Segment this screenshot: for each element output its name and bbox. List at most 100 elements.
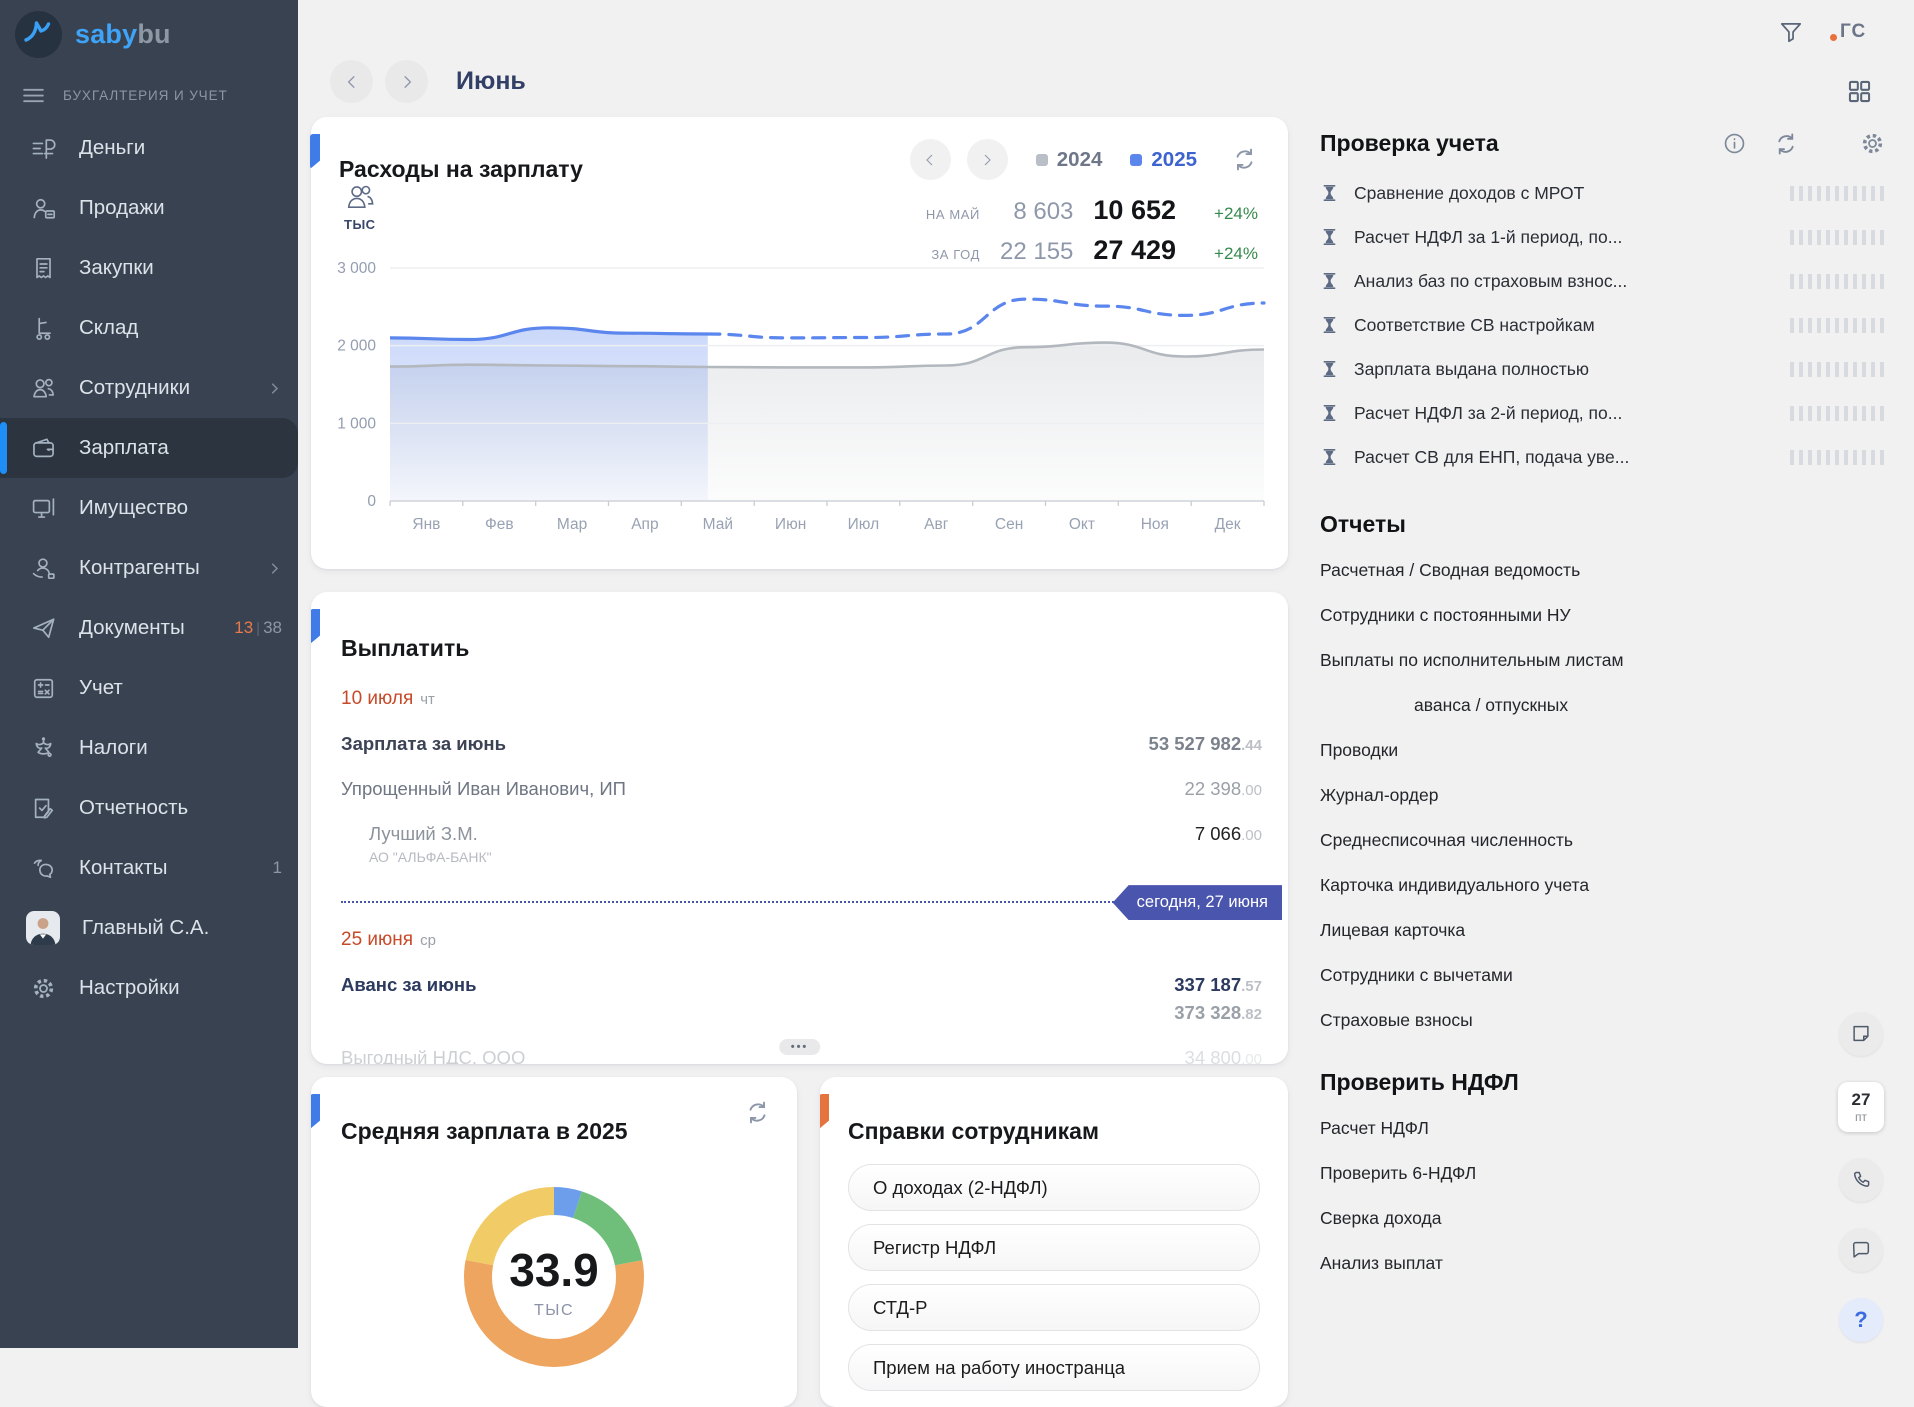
- apps-grid-icon[interactable]: [1846, 78, 1873, 105]
- sidebar-item-reporting[interactable]: Отчетность: [0, 778, 298, 838]
- pay-row[interactable]: Зарплата за июнь53 527 982.44: [341, 733, 1262, 755]
- report-link[interactable]: Карточка индивидуального учета: [1320, 863, 1886, 908]
- today-badge: сегодня, 27 июня: [1113, 885, 1282, 920]
- sidebar-item-property[interactable]: Имущество: [0, 478, 298, 538]
- check-item[interactable]: Анализ баз по страховым взнос...: [1320, 259, 1886, 303]
- report-link[interactable]: Проводки: [1320, 728, 1886, 773]
- pay-row[interactable]: Упрощенный Иван Иванович, ИП22 398.00: [341, 778, 1262, 800]
- app-logo[interactable]: sabybu: [0, 0, 298, 58]
- chat-icon[interactable]: [1839, 1228, 1883, 1272]
- pay-row[interactable]: Аванс за июнь337 187.57373 328.82: [341, 974, 1262, 1024]
- hourglass-icon: [1320, 447, 1339, 467]
- svg-text:0: 0: [367, 493, 376, 510]
- svg-text:Май: Май: [703, 516, 733, 533]
- phone-icon[interactable]: [1839, 1158, 1883, 1202]
- next-period-button[interactable]: [385, 60, 428, 103]
- report-link[interactable]: Лицевая карточка: [1320, 908, 1886, 953]
- sidebar-item-salary[interactable]: Зарплата: [0, 418, 298, 478]
- svg-text:Окт: Окт: [1069, 516, 1095, 533]
- cert-button-4[interactable]: Прием на работу иностранца: [848, 1344, 1260, 1391]
- sidebar-item-employees[interactable]: Сотрудники: [0, 358, 298, 418]
- report-link[interactable]: Страховые взносы: [1320, 998, 1886, 1043]
- pay-date: 10 июлячт: [341, 688, 1262, 710]
- sidebar-item-documents[interactable]: Документы13|38: [0, 598, 298, 658]
- report-link[interactable]: Журнал-ордер: [1320, 773, 1886, 818]
- report-link[interactable]: Выплаты по исполнительным листам: [1320, 638, 1886, 683]
- calendar-day: 27: [1852, 1091, 1871, 1108]
- sidebar-item-contractors[interactable]: Контрагенты: [0, 538, 298, 598]
- refresh-icon[interactable]: [1773, 131, 1799, 157]
- sidebar-item-settings[interactable]: Настройки: [0, 958, 298, 1018]
- calendar-widget[interactable]: 27 пт: [1838, 1082, 1884, 1132]
- pay-row-name: Упрощенный Иван Иванович, ИП: [341, 778, 1185, 800]
- sidebar-item-label: Контакты: [79, 856, 251, 880]
- hourglass-icon: [1320, 315, 1339, 335]
- warehouse-icon: [30, 315, 57, 342]
- pay-row-amount: 7 066.00: [1195, 823, 1262, 845]
- check-item[interactable]: Расчет НДФЛ за 2-й период, по...: [1320, 391, 1886, 435]
- stat-prev: 22 155: [1000, 238, 1073, 266]
- report-link[interactable]: аванса / отпускных: [1320, 683, 1886, 728]
- sidebar-item-money[interactable]: Деньги: [0, 118, 298, 178]
- check-item[interactable]: Сравнение доходов с МРОТ: [1320, 171, 1886, 215]
- sidebar-item-label: Налоги: [79, 736, 282, 760]
- note-icon[interactable]: [1839, 1012, 1883, 1056]
- refresh-icon[interactable]: [1231, 146, 1258, 173]
- progress-placeholder: [1790, 362, 1886, 377]
- refresh-icon[interactable]: [744, 1099, 771, 1126]
- legend-2025[interactable]: 2025: [1130, 148, 1197, 172]
- check-item[interactable]: Соответствие СВ настройкам: [1320, 303, 1886, 347]
- sidebar-item-label: Контрагенты: [79, 556, 245, 580]
- hamburger-menu-icon[interactable]: [21, 83, 46, 108]
- sidebar-item-sales[interactable]: Продажи: [0, 178, 298, 238]
- check-item[interactable]: Расчет НДФЛ за 1-й период, по...: [1320, 215, 1886, 259]
- sidebar-item-taxes[interactable]: Налоги: [0, 718, 298, 778]
- check-panel-title: Проверка учета: [1320, 130, 1722, 157]
- sidebar-item-label: Зарплата: [79, 436, 282, 460]
- svg-text:33.9: 33.9: [509, 1244, 599, 1296]
- report-link[interactable]: Сверка дохода: [1320, 1196, 1886, 1241]
- check-item[interactable]: Зарплата выдана полностью: [1320, 347, 1886, 391]
- sidebar-item-accounting[interactable]: Учет: [0, 658, 298, 718]
- sidebar-item-purchases[interactable]: Закупки: [0, 238, 298, 298]
- report-link[interactable]: Расчетная / Сводная ведомость: [1320, 548, 1886, 593]
- report-link[interactable]: Расчет НДФЛ: [1320, 1106, 1886, 1151]
- chart-prev-button[interactable]: [910, 139, 951, 180]
- progress-placeholder: [1790, 186, 1886, 201]
- report-link[interactable]: Проверить 6-НДФЛ: [1320, 1151, 1886, 1196]
- chart-next-button[interactable]: [967, 139, 1008, 180]
- report-link[interactable]: Анализ выплат: [1320, 1241, 1886, 1286]
- help-icon[interactable]: ?: [1839, 1298, 1883, 1342]
- cert-button-1[interactable]: О доходах (2-НДФЛ): [848, 1164, 1260, 1211]
- stat-label: НА МАЙ: [926, 207, 980, 222]
- legend-2024[interactable]: 2024: [1036, 148, 1103, 172]
- user-initials[interactable]: ГС: [1840, 21, 1866, 43]
- hourglass-icon: [1320, 227, 1339, 247]
- check-item[interactable]: Расчет СВ для ЕНП, подача уве...: [1320, 435, 1886, 479]
- salary-expenses-card: Расходы на зарплату ТЫС 2024 2025 НА МАЙ…: [311, 117, 1288, 569]
- prev-period-button[interactable]: [330, 60, 373, 103]
- progress-placeholder: [1790, 406, 1886, 421]
- report-link[interactable]: Сотрудники с постоянными НУ: [1320, 593, 1886, 638]
- chevron-right-icon: [267, 561, 282, 576]
- report-link[interactable]: Сотрудники с вычетами: [1320, 953, 1886, 998]
- check-item-label: Расчет НДФЛ за 1-й период, по...: [1354, 227, 1775, 248]
- stat-current: 27 429: [1093, 235, 1176, 266]
- employees-icon: [30, 375, 57, 402]
- filter-funnel-icon[interactable]: [1778, 19, 1804, 45]
- pay-row[interactable]: Лучший З.М.АО "АЛЬФА-БАНК"7 066.00: [341, 823, 1262, 865]
- sidebar-item-user[interactable]: Главный С.А.: [0, 898, 298, 958]
- pay-row-amount: 53 527 982.44: [1149, 733, 1262, 755]
- info-icon[interactable]: [1722, 131, 1747, 156]
- sidebar-item-warehouse[interactable]: Склад: [0, 298, 298, 358]
- cert-button-3[interactable]: СТД-Р: [848, 1284, 1260, 1331]
- pay-row-name: Лучший З.М.АО "АЛЬФА-БАНК": [341, 823, 1195, 865]
- sidebar-item-contacts[interactable]: Контакты1: [0, 838, 298, 898]
- pay-row-bank: АО "АЛЬФА-БАНК": [369, 849, 1195, 865]
- show-more-button[interactable]: •••: [779, 1039, 821, 1055]
- gear-icon[interactable]: [1859, 130, 1886, 157]
- stat-delta: +24%: [1214, 244, 1258, 264]
- cert-button-2[interactable]: Регистр НДФЛ: [848, 1224, 1260, 1271]
- report-link[interactable]: Среднесписочная численность: [1320, 818, 1886, 863]
- calendar-weekday: пт: [1855, 1111, 1867, 1123]
